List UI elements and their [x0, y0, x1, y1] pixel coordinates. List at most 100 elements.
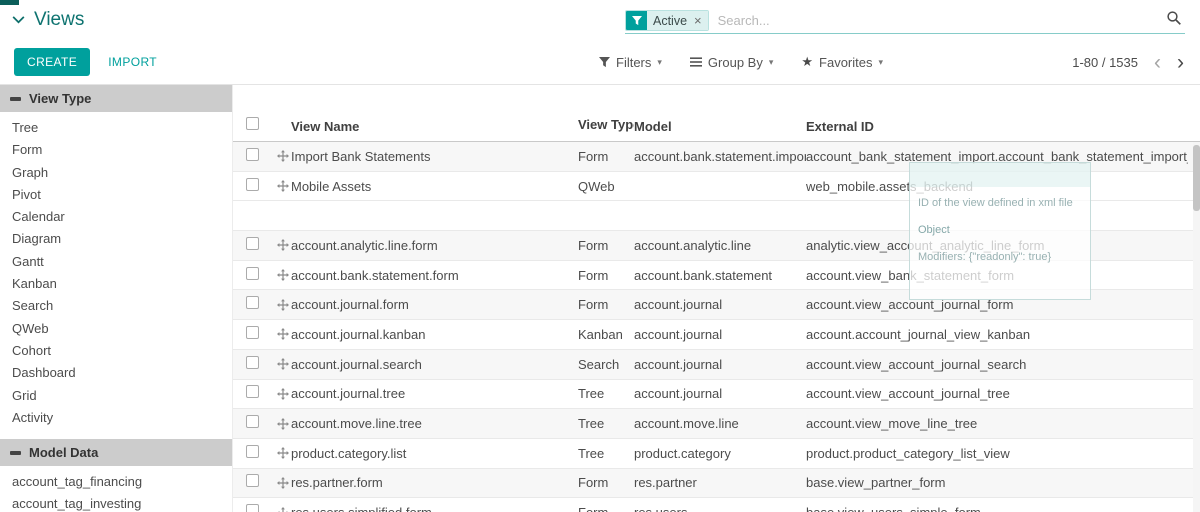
sidebar-item-calendar[interactable]: Calendar — [0, 206, 232, 228]
sidebar-item-graph[interactable]: Graph — [0, 162, 232, 184]
table-row[interactable]: Import Bank Statements Form account.bank… — [233, 142, 1200, 172]
row-checkbox-cell — [245, 296, 277, 313]
drag-handle-icon[interactable] — [277, 180, 291, 192]
search-options: Filters ▾ Group By ▾ ★ Favorites ▾ — [599, 54, 883, 70]
search-icon[interactable] — [1166, 10, 1182, 29]
cell-view-name: product.category.list — [291, 446, 578, 461]
table-row[interactable]: Mobile Assets QWeb web_mobile.assets_bac… — [233, 172, 1200, 202]
row-checkbox[interactable] — [246, 326, 259, 339]
cell-view-type: Form — [578, 238, 634, 253]
cell-external-id: account.view_account_journal_tree — [806, 386, 1188, 401]
groupby-dropdown[interactable]: Group By ▾ — [690, 55, 773, 70]
drag-handle-icon[interactable] — [277, 150, 291, 162]
table-header: View Name View Type Model External ID — [233, 85, 1200, 142]
row-checkbox[interactable] — [246, 504, 259, 512]
drag-handle-icon[interactable] — [277, 388, 291, 400]
drag-handle-icon[interactable] — [277, 328, 291, 340]
sidebar-item-account-tag-financing[interactable]: account_tag_financing — [0, 471, 232, 493]
column-header-view-type[interactable]: View Type — [578, 116, 634, 134]
sidebar-section-header: Model Data — [0, 439, 232, 466]
row-checkbox[interactable] — [246, 356, 259, 369]
sidebar-item-pivot[interactable]: Pivot — [0, 184, 232, 206]
control-panel-buttons: CREATE IMPORT — [14, 48, 599, 76]
favorites-dropdown[interactable]: ★ Favorites ▾ — [801, 54, 883, 70]
drag-handle-icon[interactable] — [277, 447, 291, 459]
create-button[interactable]: CREATE — [14, 48, 90, 76]
table-row[interactable]: res.partner.form Form res.partner base.v… — [233, 469, 1200, 499]
cell-external-id: analytic.view_account_analytic_line_form — [806, 238, 1188, 253]
table-row[interactable]: account.move.line.tree Tree account.move… — [233, 409, 1200, 439]
cell-view-name: Mobile Assets — [291, 179, 578, 194]
facet-remove-icon[interactable]: × — [693, 11, 708, 30]
sidebar-item-diagram[interactable]: Diagram — [0, 228, 232, 250]
sidebar-item-search[interactable]: Search — [0, 295, 232, 317]
column-header-model[interactable]: Model — [634, 119, 806, 134]
column-header-external-id[interactable]: External ID — [806, 119, 1188, 134]
cell-external-id: web_mobile.assets_backend — [806, 179, 1188, 194]
pager-next-button[interactable]: › — [1177, 52, 1184, 73]
table-row[interactable]: account.journal.kanban Kanban account.jo… — [233, 320, 1200, 350]
cell-external-id: base.view_users_simple_form — [806, 505, 1188, 512]
select-all-checkbox[interactable] — [246, 117, 259, 130]
drag-handle-icon[interactable] — [277, 299, 291, 311]
main-content: View Type Tree Form Graph Pivot Calendar… — [0, 84, 1200, 512]
row-checkbox[interactable] — [246, 296, 259, 309]
drag-handle-icon[interactable] — [277, 239, 291, 251]
row-checkbox[interactable] — [246, 385, 259, 398]
sidebar-item-cohort[interactable]: Cohort — [0, 340, 232, 362]
drag-handle-icon[interactable] — [277, 358, 291, 370]
search-input[interactable] — [716, 12, 1166, 29]
sidebar-item-tree[interactable]: Tree — [0, 117, 232, 139]
sidebar-item-account-tag-investing[interactable]: account_tag_investing — [0, 493, 232, 512]
sidebar-item-form[interactable]: Form — [0, 139, 232, 161]
table-row[interactable]: account.journal.search Search account.jo… — [233, 350, 1200, 380]
cell-model: product.category — [634, 446, 806, 461]
row-checkbox[interactable] — [246, 445, 259, 458]
row-checkbox[interactable] — [246, 415, 259, 428]
cell-view-type: QWeb — [578, 179, 634, 194]
table-row[interactable]: res.users.simplified.form Form res.users… — [233, 498, 1200, 512]
empty-row — [233, 201, 1200, 231]
chevron-down-icon[interactable] — [12, 16, 25, 24]
cell-model: account.analytic.line — [634, 238, 806, 253]
row-checkbox-cell — [245, 326, 277, 343]
sidebar-item-dashboard[interactable]: Dashboard — [0, 362, 232, 384]
cell-view-name: res.users.simplified.form — [291, 505, 578, 512]
table-row[interactable]: account.analytic.line.form Form account.… — [233, 231, 1200, 261]
scrollbar-thumb[interactable] — [1193, 145, 1200, 211]
sidebar-item-gantt[interactable]: Gantt — [0, 251, 232, 273]
table-row[interactable]: product.category.list Tree product.categ… — [233, 439, 1200, 469]
cell-view-type: Tree — [578, 386, 634, 401]
row-checkbox[interactable] — [246, 237, 259, 250]
sidebar-item-activity[interactable]: Activity — [0, 407, 232, 429]
cell-view-type: Search — [578, 357, 634, 372]
drag-handle-icon[interactable] — [277, 418, 291, 430]
drag-handle-icon[interactable] — [277, 477, 291, 489]
table-row[interactable]: account.journal.tree Tree account.journa… — [233, 380, 1200, 410]
vertical-scrollbar[interactable] — [1193, 142, 1200, 512]
filter-icon — [599, 57, 610, 68]
drag-handle-icon[interactable] — [277, 507, 291, 512]
row-checkbox[interactable] — [246, 474, 259, 487]
search-bar: Active × — [625, 8, 1185, 34]
sidebar-item-kanban[interactable]: Kanban — [0, 273, 232, 295]
row-checkbox[interactable] — [246, 148, 259, 161]
row-checkbox[interactable] — [246, 267, 259, 280]
search-facet-active[interactable]: Active × — [625, 10, 709, 31]
row-checkbox[interactable] — [246, 178, 259, 191]
column-header-view-name[interactable]: View Name — [291, 119, 578, 134]
table-row[interactable]: account.journal.form Form account.journa… — [233, 290, 1200, 320]
import-button[interactable]: IMPORT — [108, 55, 157, 69]
group-by-icon — [690, 57, 702, 67]
filters-dropdown[interactable]: Filters ▾ — [599, 55, 662, 70]
breadcrumb[interactable]: Views — [12, 9, 84, 31]
cell-view-name: account.journal.search — [291, 357, 578, 372]
drag-handle-icon[interactable] — [277, 269, 291, 281]
pager-previous-button[interactable]: ‹ — [1154, 52, 1161, 73]
sidebar-item-grid[interactable]: Grid — [0, 385, 232, 407]
cell-external-id: account_bank_statement_import.account_ba… — [806, 149, 1188, 164]
cell-view-type: Form — [578, 297, 634, 312]
caret-down-icon: ▾ — [879, 57, 884, 68]
table-row[interactable]: account.bank.statement.form Form account… — [233, 261, 1200, 291]
sidebar-item-qweb[interactable]: QWeb — [0, 318, 232, 340]
